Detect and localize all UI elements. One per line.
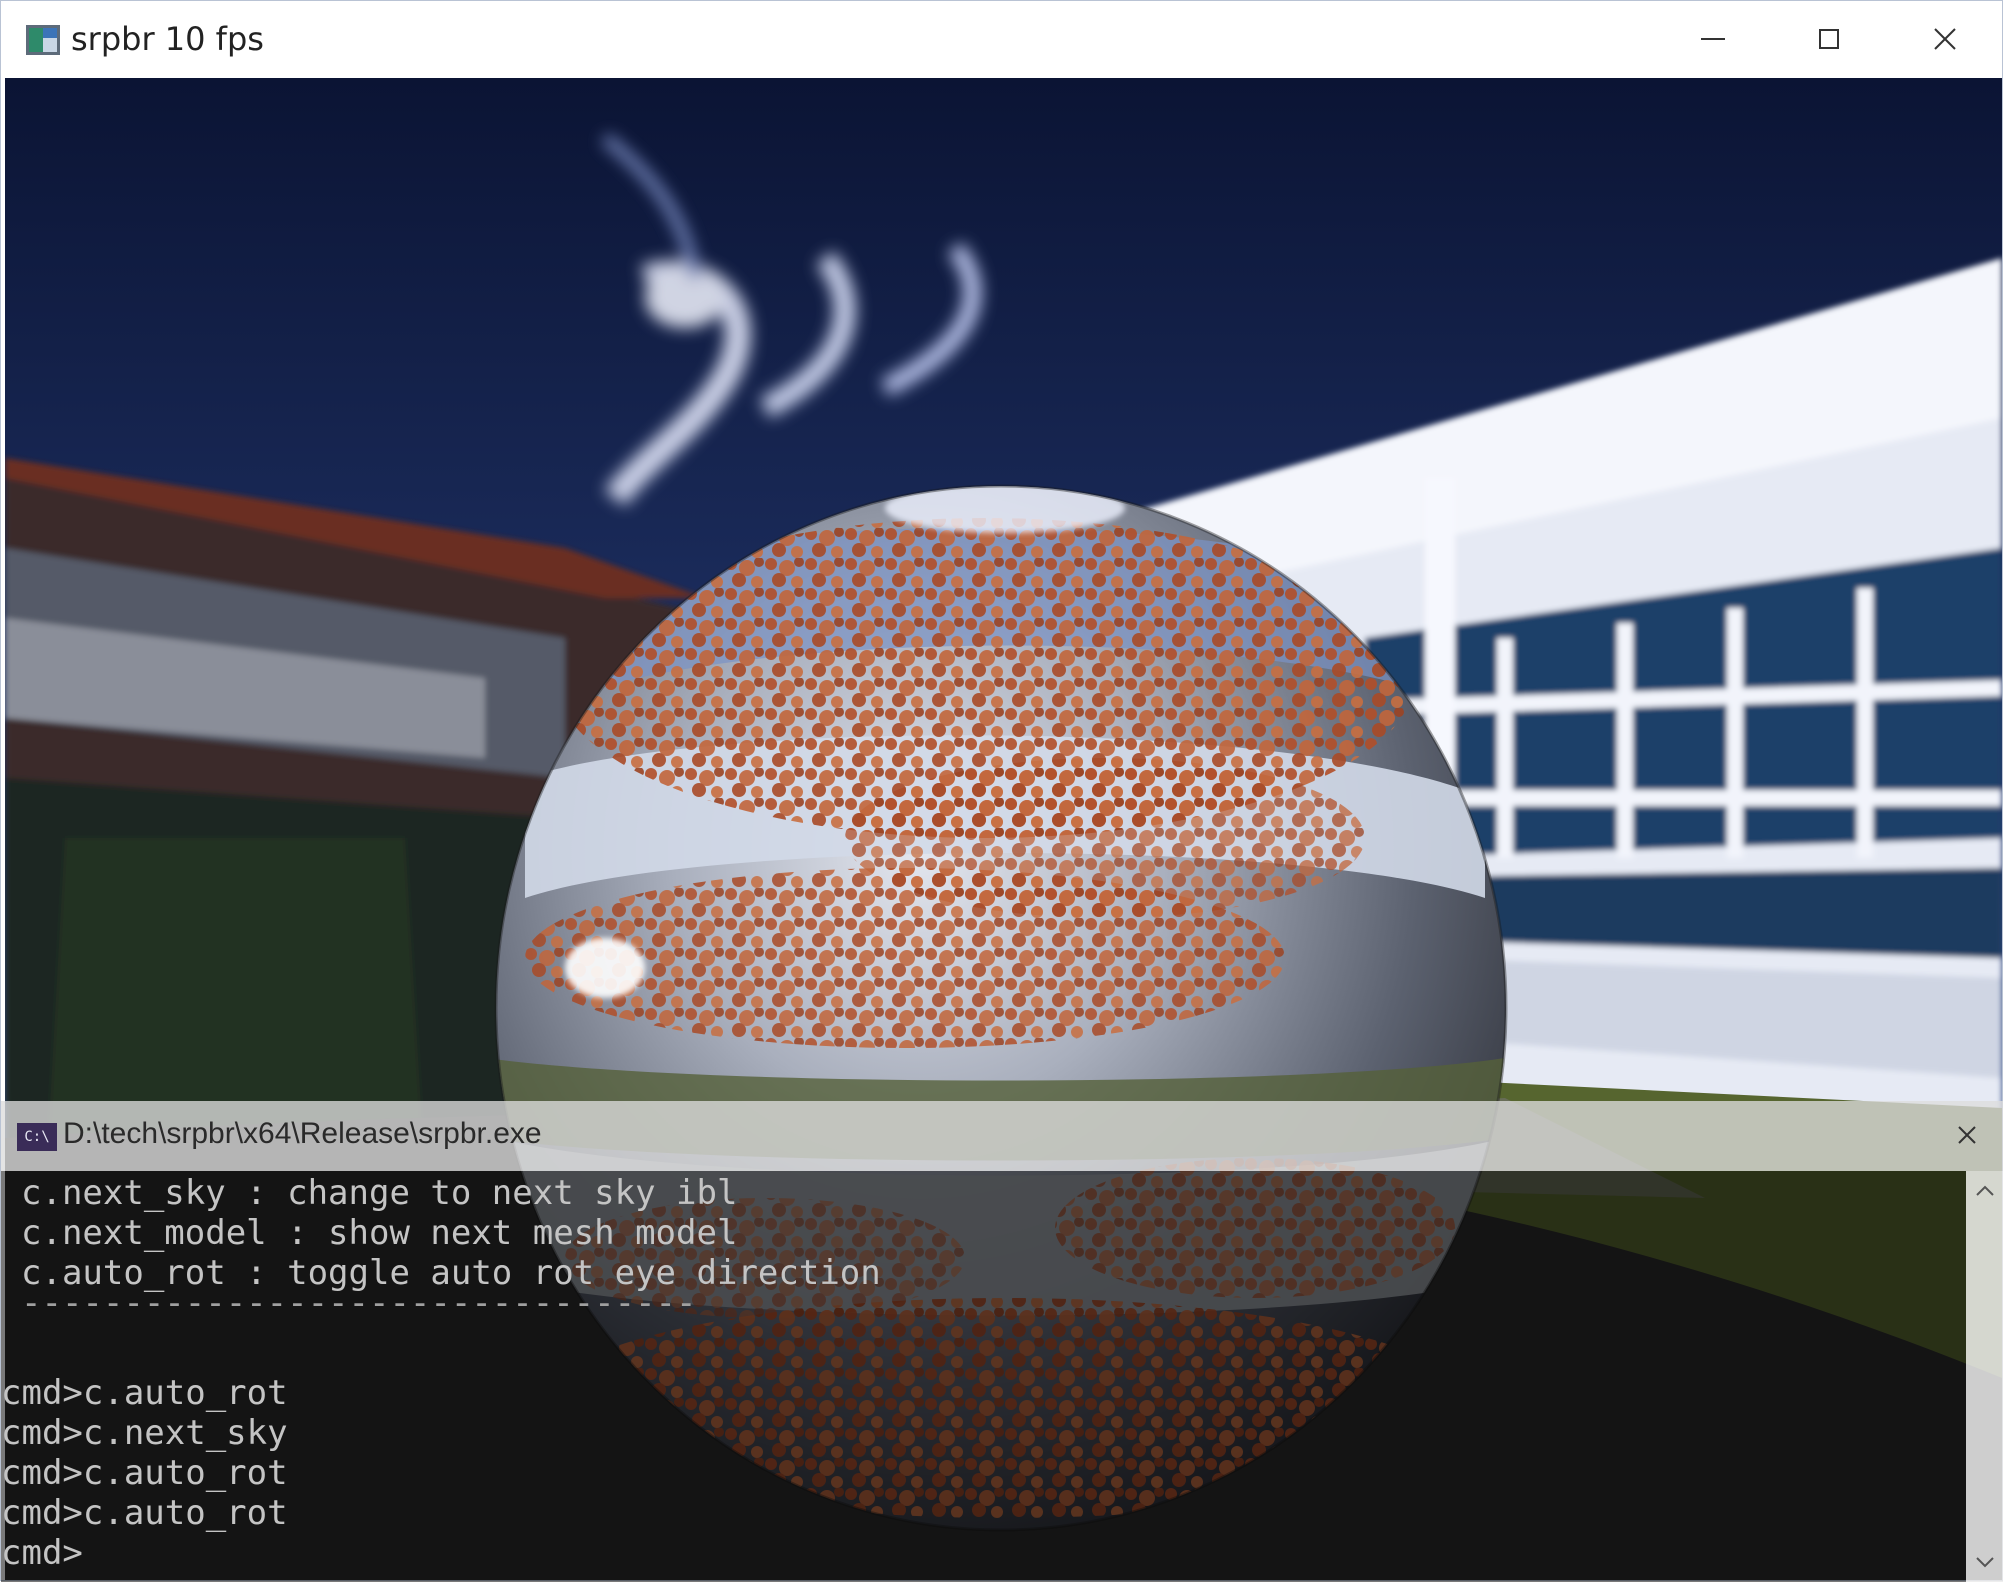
maximize-button[interactable] <box>1771 1 1887 78</box>
console-window[interactable]: C:\ D:\tech\srpbr\x64\Release\srpbr.exe … <box>1 1101 2003 1582</box>
minimize-button[interactable] <box>1655 1 1771 78</box>
app-window: srpbr 10 fps C:\ D:\tech\srpbr\x64\Relea… <box>0 0 2003 1582</box>
close-button[interactable] <box>1887 1 2003 78</box>
console-help-line: c.next_model : show next mesh model <box>21 1213 738 1253</box>
close-icon <box>1958 1126 1976 1144</box>
close-icon <box>1934 28 1956 50</box>
console-icon: C:\ <box>17 1123 57 1151</box>
console-history-line: cmd>c.auto_rot <box>1 1373 288 1413</box>
window-title: srpbr 10 fps <box>71 20 264 58</box>
title-bar[interactable]: srpbr 10 fps <box>1 1 2002 78</box>
chevron-down-icon <box>1976 1557 1994 1568</box>
maximize-icon <box>1819 29 1839 49</box>
console-history-line: cmd>c.auto_rot <box>1 1453 288 1493</box>
chevron-up-icon <box>1976 1185 1994 1196</box>
console-history-line: cmd>c.next_sky <box>1 1413 288 1453</box>
console-title-bar[interactable]: C:\ D:\tech\srpbr\x64\Release\srpbr.exe <box>1 1101 2003 1171</box>
console-separator: --------------------------------- <box>21 1283 697 1323</box>
console-history-line: cmd>c.auto_rot <box>1 1493 288 1533</box>
scroll-down-button[interactable] <box>1966 1542 2003 1582</box>
minimize-icon <box>1701 38 1725 40</box>
console-help-line: c.next_sky : change to next sky ibl <box>21 1173 738 1213</box>
scroll-up-button[interactable] <box>1966 1171 2003 1211</box>
console-output[interactable]: c.next_sky : change to next sky ibl c.ne… <box>1 1171 1966 1582</box>
console-scrollbar[interactable] <box>1966 1171 2003 1582</box>
console-title: D:\tech\srpbr\x64\Release\srpbr.exe <box>63 1117 542 1150</box>
app-icon <box>26 25 60 55</box>
console-close-button[interactable] <box>1939 1111 1995 1161</box>
console-prompt[interactable]: cmd> <box>1 1533 83 1573</box>
